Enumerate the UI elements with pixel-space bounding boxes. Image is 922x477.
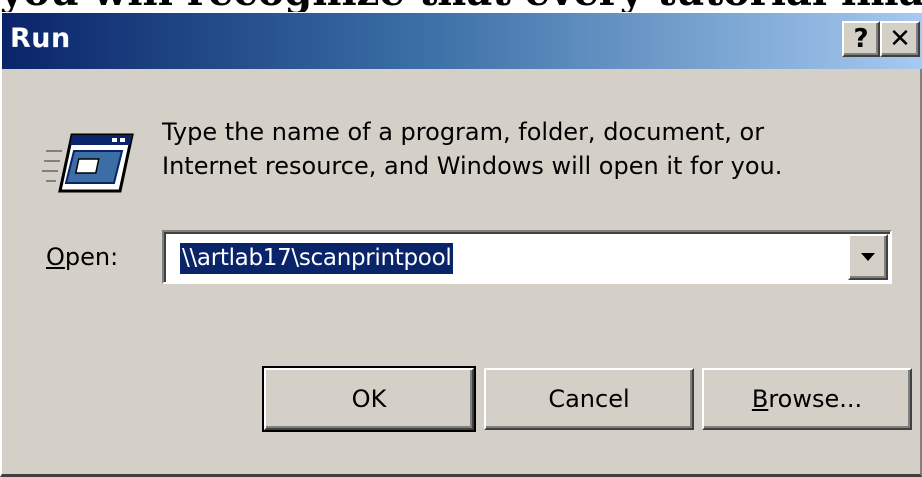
run-program-icon: [42, 133, 134, 193]
ok-button[interactable]: OK: [262, 366, 476, 432]
close-button[interactable]: ✕: [880, 21, 920, 57]
open-input-value[interactable]: \\artlab17\scanprintpool: [180, 243, 454, 274]
dropdown-button[interactable]: [848, 234, 888, 280]
browse-button-mnemonic: B: [751, 385, 769, 413]
help-button[interactable]: ?: [842, 21, 880, 57]
open-combobox[interactable]: \\artlab17\scanprintpool: [162, 230, 892, 284]
dialog-message: Type the name of a program, folder, docu…: [162, 115, 902, 183]
message-line-2: Internet resource, and Windows will open…: [162, 152, 783, 180]
browse-button[interactable]: Browse...: [702, 368, 912, 430]
run-dialog: Run ? ✕ Type the name of a program, fold…: [0, 13, 922, 477]
page: you will recognize that every tutorial i…: [0, 0, 922, 477]
open-label: Open:: [46, 243, 118, 271]
window-title: Run: [10, 23, 71, 54]
background-text-cutoff: you will recognize that every tutorial i…: [0, 0, 922, 12]
cancel-button-label: Cancel: [548, 385, 630, 413]
browse-button-label: rowse...: [768, 385, 863, 413]
message-line-1: Type the name of a program, folder, docu…: [162, 118, 765, 146]
open-label-mnemonic: O: [46, 243, 65, 271]
ok-button-label: OK: [351, 385, 387, 413]
chevron-down-icon: [861, 253, 875, 261]
help-icon: ?: [853, 24, 869, 54]
close-icon: ✕: [889, 24, 911, 54]
open-label-rest: pen:: [64, 243, 119, 271]
cancel-button[interactable]: Cancel: [484, 368, 694, 430]
title-bar[interactable]: Run ? ✕: [2, 13, 922, 69]
